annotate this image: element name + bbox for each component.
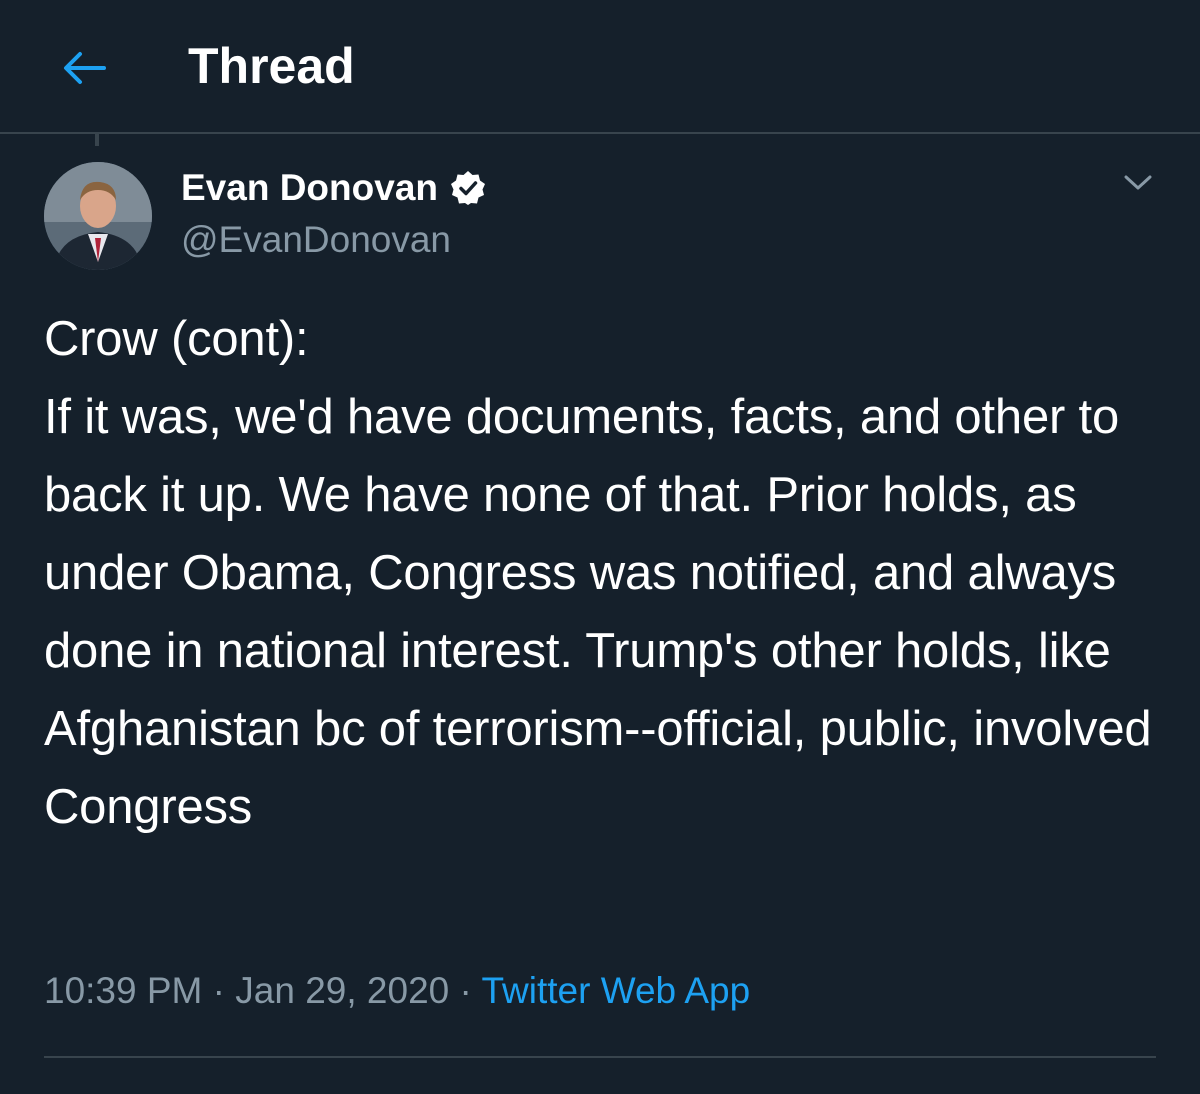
author-name-row[interactable]: Evan Donovan xyxy=(181,166,486,210)
author-handle[interactable]: @EvanDonovan xyxy=(181,218,451,262)
meta-separator: · xyxy=(212,970,225,1011)
tweet-source-link[interactable]: Twitter Web App xyxy=(481,970,750,1011)
thread-connector-line xyxy=(95,134,99,146)
avatar[interactable] xyxy=(44,162,152,270)
page-title: Thread xyxy=(188,38,355,94)
thread-header: Thread xyxy=(0,0,1200,134)
back-button[interactable] xyxy=(56,40,112,96)
chevron-down-icon xyxy=(1124,175,1152,190)
tweet-time[interactable]: 10:39 PM xyxy=(44,970,202,1011)
author-display-name[interactable]: Evan Donovan xyxy=(181,166,438,210)
tweet-date[interactable]: Jan 29, 2020 xyxy=(235,970,449,1011)
tweet-menu-button[interactable] xyxy=(1118,168,1158,198)
meta-separator: · xyxy=(459,970,472,1011)
tweet-text: Crow (cont): If it was, we'd have docume… xyxy=(44,312,1152,834)
tweet-metadata: 10:39 PM · Jan 29, 2020 · Twitter Web Ap… xyxy=(44,966,750,1016)
arrow-left-icon xyxy=(64,52,106,84)
avatar-image xyxy=(44,162,152,270)
verified-badge-icon xyxy=(450,170,486,206)
divider xyxy=(44,1056,1156,1058)
